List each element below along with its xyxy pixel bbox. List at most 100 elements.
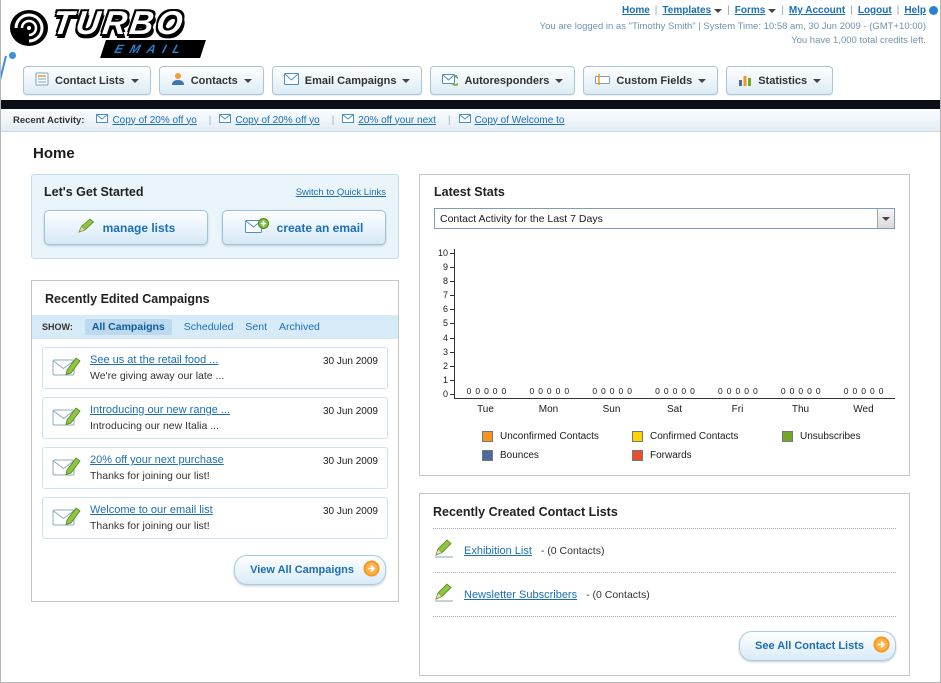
legend-item: Forwards xyxy=(632,450,782,461)
tab-sent[interactable]: Sent xyxy=(245,321,267,333)
nav-tab-statistics[interactable]: Statistics xyxy=(726,66,834,95)
legend-label: Forwards xyxy=(650,450,692,461)
y-tick-label: 4 xyxy=(443,333,454,343)
chevron-down-icon xyxy=(130,78,139,83)
bar-value-label: 0 xyxy=(735,386,741,396)
link-logout[interactable]: Logout xyxy=(858,5,892,16)
top-link-wrap: Help xyxy=(904,5,926,16)
get-started-panel: Let's Get Started Switch to Quick Links … xyxy=(31,174,399,259)
campaign-title-link[interactable]: Introducing our new range ... xyxy=(90,404,323,416)
chevron-down-icon xyxy=(698,78,707,83)
campaign-text: 20% off your next purchase Thanks for jo… xyxy=(90,454,323,482)
bar-value-label: 0 xyxy=(466,386,472,396)
campaign-title-link[interactable]: Welcome to our email list xyxy=(90,504,323,516)
recent-activity-item[interactable]: Copy of 20% off yo xyxy=(219,114,342,126)
campaign-title-link[interactable]: 20% off your next purchase xyxy=(90,454,323,466)
bar-value-label: 0 xyxy=(564,386,570,396)
campaign-row[interactable]: Welcome to our email list Thanks for joi… xyxy=(42,497,388,539)
nav-tab-contacts[interactable]: Contacts xyxy=(158,66,264,95)
chevron-down-icon xyxy=(882,216,890,221)
y-tick-label: 10 xyxy=(438,249,454,258)
contact-list-name-link[interactable]: Newsletter Subscribers xyxy=(464,589,577,601)
top-link-wrap: Home xyxy=(622,5,662,16)
bar-value-label: 0 xyxy=(609,386,615,396)
legend-item: Bounces xyxy=(482,450,632,461)
contacts-icon xyxy=(171,72,185,89)
show-label: SHOW: xyxy=(42,322,73,332)
bar-value-label: 0 xyxy=(618,386,624,396)
top-link-wrap: My Account xyxy=(789,5,858,16)
bar-value-label: 0 xyxy=(681,386,687,396)
legend-label: Bounces xyxy=(500,450,539,461)
y-tick-label: 8 xyxy=(443,277,454,286)
campaign-text: See us at the retail food ... We're givi… xyxy=(90,354,323,382)
view-all-campaigns-button[interactable]: View All Campaigns xyxy=(234,555,386,585)
campaign-subtitle: Introducing our new Italia ... xyxy=(90,420,219,432)
stats-period-select[interactable]: Contact Activity for the Last 7 Days xyxy=(434,208,895,229)
link-templates[interactable]: Templates xyxy=(662,5,723,16)
bar-value-label: 0 xyxy=(627,386,632,396)
chart-x-labels: Tue Mon Sun Sat Fri Thu Wed xyxy=(454,404,895,415)
bar-value-label: 0 xyxy=(601,386,606,396)
legend-swatch xyxy=(482,450,493,461)
chevron-down-icon xyxy=(768,8,777,13)
y-tick-label: 1 xyxy=(443,375,454,385)
nav-tab-custom-fields[interactable]: Custom Fields xyxy=(583,66,719,95)
legend-swatch xyxy=(632,431,643,442)
campaign-subtitle: Thanks for joining our list! xyxy=(90,520,210,532)
nav-tab-label: Custom Fields xyxy=(616,74,693,87)
contact-list-detail: - (0 Contacts) xyxy=(586,588,650,601)
right-column: Latest Stats Contact Activity for the La… xyxy=(419,174,910,676)
nav-tab-email-campaigns[interactable]: Email Campaigns xyxy=(271,66,423,95)
link-home[interactable]: Home xyxy=(622,5,650,16)
recent-campaigns-panel: Recently Edited Campaigns SHOW: All Camp… xyxy=(31,280,399,602)
recent-activity-item[interactable]: Copy of Welcome to xyxy=(458,114,569,126)
see-all-contact-lists-button[interactable]: See All Contact Lists xyxy=(738,631,896,661)
bar-value-label: 0 xyxy=(726,386,732,396)
legend-label: Confirmed Contacts xyxy=(650,431,739,442)
legend-item: Unsubscribes xyxy=(782,431,895,442)
contact-list-name-link[interactable]: Exhibition List xyxy=(464,545,532,557)
recent-contact-lists-panel: Recently Created Contact Lists Exhibitio… xyxy=(419,493,910,676)
campaign-title-link[interactable]: See us at the retail food ... xyxy=(90,354,323,366)
x-tick-label: Fri xyxy=(731,404,744,415)
recent-activity-label: Recent Activity: xyxy=(13,114,85,126)
link-forms[interactable]: Forms xyxy=(735,5,777,16)
bar-value-label: 0 xyxy=(878,386,884,396)
manage-lists-button[interactable]: manage lists xyxy=(44,210,208,245)
x-tick-label: Wed xyxy=(853,404,874,415)
view-all-campaigns-label: View All Campaigns xyxy=(250,564,354,576)
logo-antenna-dot xyxy=(9,52,16,59)
bar-value-label: 0 xyxy=(807,386,812,396)
nav-tab-autoresponders[interactable]: Autoresponders xyxy=(430,66,576,95)
tab-all-campaigns[interactable]: All Campaigns xyxy=(84,319,172,335)
see-all-contact-lists-label: See All Contact Lists xyxy=(754,640,864,652)
switch-quick-links-link[interactable]: Switch to Quick Links xyxy=(296,187,386,198)
tab-archived[interactable]: Archived xyxy=(279,321,320,333)
chevron-down-icon xyxy=(243,78,252,83)
nav-divider-bar xyxy=(1,100,940,109)
pencil-paper-icon xyxy=(433,538,455,563)
create-email-button[interactable]: create an email xyxy=(222,210,386,245)
bar-value-label: 0 xyxy=(592,386,598,396)
main-nav: Contact Lists Contacts Email Campaigns A… xyxy=(1,62,940,95)
link-help[interactable]: Help xyxy=(904,5,926,16)
contact-list-row[interactable]: Exhibition List - (0 Contacts) xyxy=(420,529,909,572)
tab-scheduled[interactable]: Scheduled xyxy=(184,321,234,333)
contact-list-row[interactable]: Newsletter Subscribers - (0 Contacts) xyxy=(420,573,909,616)
logo-title: TURBO xyxy=(50,4,188,41)
recent-activity-item[interactable]: 20% off your next xyxy=(342,114,458,126)
select-dropdown-button[interactable] xyxy=(877,209,894,228)
campaign-row[interactable]: Introducing our new range ... Introducin… xyxy=(42,397,388,439)
recent-contact-lists-title: Recently Created Contact Lists xyxy=(433,505,618,519)
app-logo[interactable]: TURBO EMAIL xyxy=(7,2,277,60)
arrow-right-icon xyxy=(873,636,890,656)
campaign-row[interactable]: 20% off your next purchase Thanks for jo… xyxy=(42,447,388,489)
campaign-row[interactable]: See us at the retail food ... We're givi… xyxy=(42,347,388,389)
recent-activity-item[interactable]: Copy of 20% off yo xyxy=(96,114,219,126)
top-link-wrap: Forms xyxy=(735,5,789,16)
nav-tab-contact-lists[interactable]: Contact Lists xyxy=(23,66,151,95)
link-my-account[interactable]: My Account xyxy=(789,5,845,16)
envelope-pencil-icon xyxy=(52,505,90,532)
custom-fields-icon xyxy=(595,73,611,89)
